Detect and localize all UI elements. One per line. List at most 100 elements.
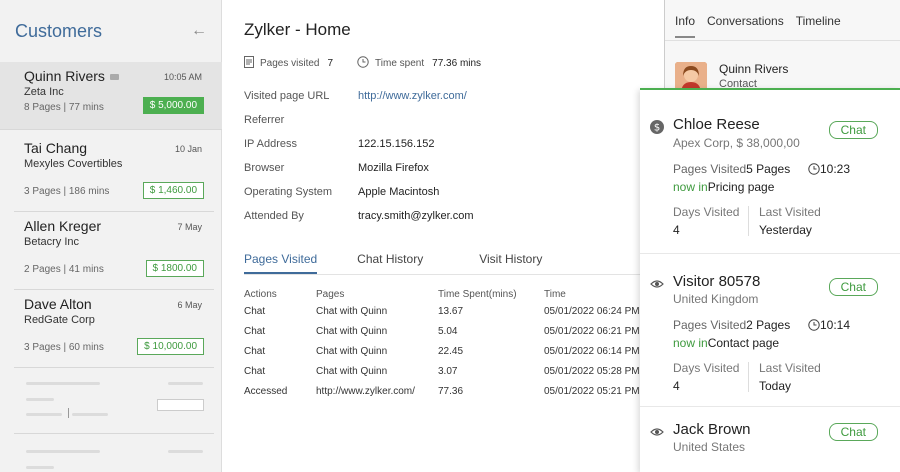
eye-icon [650, 277, 664, 291]
table-cell: 05/01/2022 06:21 PM [544, 326, 640, 337]
customer-item[interactable]: Quinn Rivers Zeta Inc 10:05 AM 8 Pages |… [0, 62, 222, 130]
customers-title: Customers [15, 20, 103, 41]
visit-time: 10:14 [808, 318, 850, 332]
last-visited-label: Last Visited [759, 205, 821, 219]
visitor-card[interactable]: Jack Brown United States Chat [640, 408, 900, 472]
last-visited-label: Last Visited [759, 361, 821, 375]
table-cell: Chat [244, 346, 266, 357]
time-spent-label: Time spent [375, 58, 425, 69]
days-visited-value: 4 [673, 379, 680, 393]
visitor-subtitle: United States [673, 440, 746, 454]
last-visited-value: Today [759, 379, 792, 393]
customer-item[interactable]: Tai Chang Mexyles Covertibles 10 Jan 3 P… [14, 134, 214, 212]
tab-conversations[interactable]: Conversations [707, 14, 784, 38]
last-visited-value: Yesterday [759, 223, 812, 237]
table-cell: Chat [244, 306, 266, 317]
customer-date: 10:05 AM [163, 72, 202, 82]
tab-timeline[interactable]: Timeline [796, 14, 841, 38]
customer-name: Quinn Rivers [24, 68, 105, 84]
detail-row: Attended By tracy.smith@zylker.com [244, 210, 473, 222]
visitor-name: Visitor 80578 [673, 273, 761, 290]
table-cell: 13.67 [438, 306, 464, 317]
table-cell: Chat [244, 366, 266, 377]
table-cell: Chat with Quinn [316, 326, 388, 337]
table-cell: 77.36 [438, 386, 464, 397]
time-spent-value: 77.36 mins [432, 58, 482, 69]
table-cell: Chat with Quinn [316, 366, 388, 377]
visitor-detail-panel: Zylker - Home Pages visited 7 Time spent… [224, 0, 664, 472]
visitor-subtitle: Apex Corp, $ 38,000,00 [673, 136, 800, 150]
column-header: Actions [244, 289, 277, 300]
dollar-icon: $ [650, 120, 664, 134]
detail-key: Visited page URL [244, 90, 330, 102]
table-cell: 05/01/2022 06:14 PM [544, 346, 640, 357]
tab-chat-history[interactable]: Chat History [357, 252, 423, 274]
visited-url-link[interactable]: http://www.zylker.com/ [358, 90, 467, 102]
table-cell: Accessed [244, 386, 288, 397]
detail-row: Visited page URL http://www.zylker.com/ [244, 90, 467, 102]
pages-visited-value: 7 [327, 58, 334, 69]
table-cell: 05/01/2022 05:21 PM [544, 386, 640, 397]
current-page: now inContact page [673, 336, 780, 350]
table-cell: Chat with Quinn [316, 306, 388, 317]
tab-info[interactable]: Info [675, 14, 696, 38]
chat-button[interactable]: Chat [828, 278, 878, 296]
visitor-card[interactable]: Visitor 80578 United Kingdom Chat Pages … [640, 255, 900, 407]
tab-visit-history[interactable]: Visit History [479, 252, 542, 274]
customer-amount-badge: $ 10,000.00 [137, 338, 204, 355]
history-tabs: Pages Visited Chat History Visit History [244, 252, 644, 274]
svg-text:$: $ [654, 123, 660, 134]
customer-amount-badge: $ 5,000.00 [142, 97, 204, 114]
customer-company: Mexyles Covertibles [24, 158, 123, 170]
table-cell: 05/01/2022 05:28 PM [544, 366, 640, 377]
pages-visited-label: Pages visited [260, 58, 320, 69]
page-title: Zylker - Home [244, 20, 351, 39]
customer-company: RedGate Corp [24, 314, 95, 326]
table-cell: 3.07 [438, 366, 458, 377]
detail-key: Attended By [244, 210, 304, 222]
customer-date: 6 May [177, 300, 202, 310]
visitor-name: Chloe Reese [673, 116, 760, 133]
detail-row: Referrer [244, 114, 358, 126]
table-cell: 05/01/2022 06:24 PM [544, 306, 640, 317]
customer-meta: 3 Pages | 60 mins [24, 342, 104, 353]
customers-panel: Customers ← Quinn Rivers Zeta Inc 10:05 … [0, 0, 222, 472]
info-tabs: Info Conversations Timeline [675, 14, 853, 38]
contact-name: Quinn Rivers [719, 62, 789, 76]
detail-row: IP Address 122.15.156.152 [244, 138, 434, 150]
clock-icon [357, 56, 369, 71]
detail-key: Browser [244, 162, 285, 174]
visitors-popup: $ Chloe Reese Apex Corp, $ 38,000,00 Cha… [640, 88, 900, 472]
days-visited-label: Days Visited [673, 361, 740, 375]
table-cell: Chat [244, 326, 266, 337]
table-cell: 5.04 [438, 326, 458, 337]
customer-company: Betacry Inc [24, 236, 80, 248]
visit-stats: Pages visited 7 Time spent 77.36 mins [244, 56, 505, 71]
table-cell: Chat with Quinn [316, 346, 388, 357]
detail-row: Operating System Apple Macintosh [244, 186, 439, 198]
tab-pages-visited[interactable]: Pages Visited [244, 252, 318, 274]
customer-date: 7 May [177, 222, 202, 232]
customer-item[interactable]: Allen Kreger Betacry Inc 7 May 2 Pages |… [14, 212, 214, 290]
current-page: now inPricing page [673, 180, 775, 194]
detail-value: 122.15.156.152 [358, 138, 435, 150]
customer-meta: 2 Pages | 41 mins [24, 264, 104, 275]
detail-value: tracy.smith@zylker.com [358, 210, 474, 222]
customer-amount-badge: $ 1800.00 [145, 260, 204, 277]
chat-button[interactable]: Chat [828, 121, 878, 139]
visitor-card[interactable]: $ Chloe Reese Apex Corp, $ 38,000,00 Cha… [640, 90, 900, 254]
arrow-left-icon[interactable]: ← [191, 22, 207, 40]
customers-header: Customers ← [0, 0, 221, 62]
customer-meta: 3 Pages | 186 mins [24, 186, 110, 197]
pages-visited: Pages Visited5 Pages [673, 162, 791, 176]
table-cell: 22.45 [438, 346, 464, 357]
chat-button[interactable]: Chat [828, 423, 878, 441]
visit-time: 10:23 [808, 162, 850, 176]
customer-amount-badge: $ 1,460.00 [142, 182, 204, 199]
clock-icon [808, 319, 820, 331]
document-icon [244, 56, 254, 71]
days-visited-label: Days Visited [673, 205, 740, 219]
customer-item[interactable]: Dave Alton RedGate Corp 6 May 3 Pages | … [14, 290, 214, 368]
column-header: Pages [316, 289, 345, 300]
column-header: Time [544, 289, 566, 300]
